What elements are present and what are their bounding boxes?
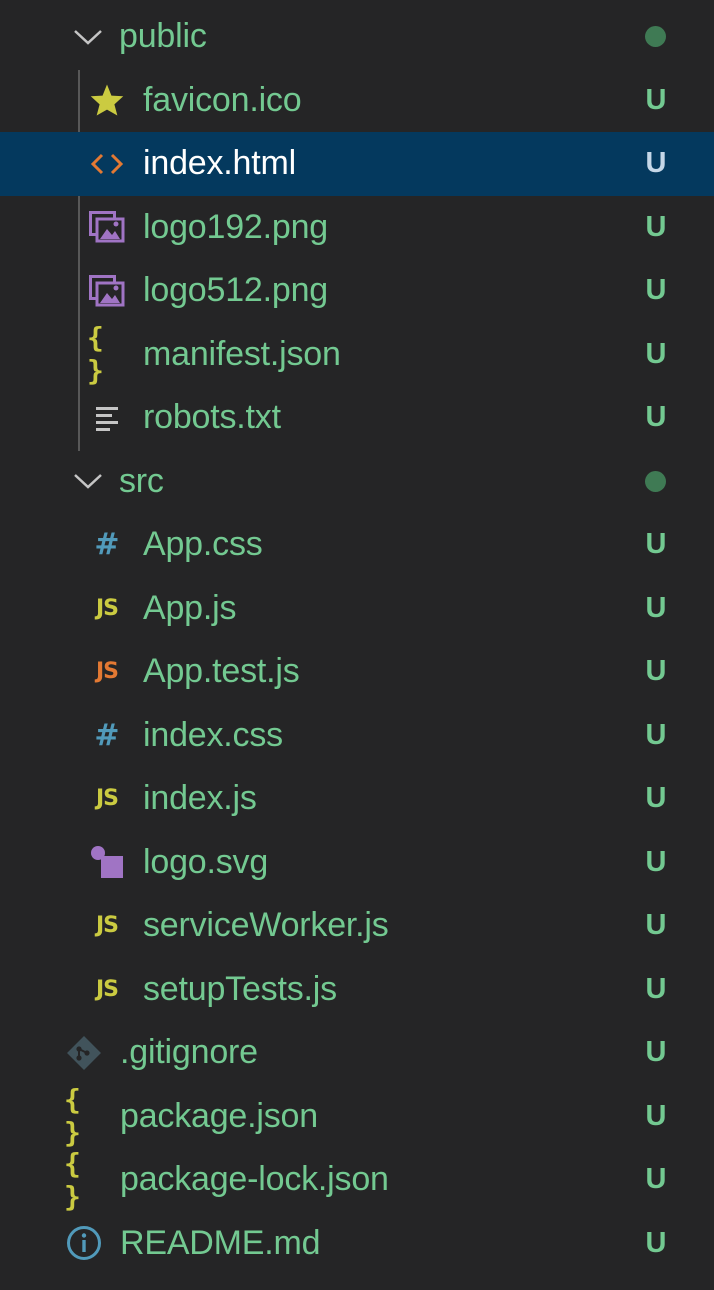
git-status-badge: U (645, 147, 667, 179)
svg-icon (87, 831, 127, 895)
modified-dot-indicator (645, 470, 666, 492)
chevron-down-icon[interactable] (68, 5, 108, 69)
file-name: App.test.js (143, 652, 300, 690)
file-setuptests-js[interactable]: JS setupTests.js U (0, 958, 714, 1022)
folder-name: public (119, 17, 207, 55)
folder-src[interactable]: src (0, 450, 714, 514)
star-icon (87, 69, 127, 133)
file-name: serviceWorker.js (143, 906, 389, 944)
file-name: favicon.ico (143, 80, 302, 119)
file-robots-txt[interactable]: robots.txt U (0, 386, 714, 450)
javascript-icon: JS (87, 767, 127, 831)
file-app-css[interactable]: # App.css U (0, 513, 714, 577)
javascript-glyph: JS (95, 913, 119, 939)
javascript-glyph: JS (95, 659, 119, 685)
git-status-badge: U (645, 210, 667, 243)
file-name: logo192.png (143, 207, 328, 246)
file-index-js[interactable]: JS index.js U (0, 767, 714, 831)
file-logo-svg[interactable]: logo.svg U (0, 831, 714, 895)
file-name: App.css (143, 525, 263, 563)
file-app-js[interactable]: JS App.js U (0, 577, 714, 641)
git-status-badge: U (645, 591, 667, 624)
file-name: README.md (120, 1223, 321, 1262)
git-status-badge: U (645, 718, 667, 751)
git-status-badge: U (645, 845, 667, 878)
javascript-test-icon: JS (87, 640, 127, 704)
file-name: index.css (143, 715, 283, 754)
git-status-badge: U (645, 1226, 667, 1259)
info-icon (64, 1212, 104, 1276)
json-glyph: { } (87, 321, 106, 388)
file-logo512-png[interactable]: logo512.png U (0, 259, 714, 323)
git-status-badge: U (645, 337, 667, 370)
json-glyph: { } (64, 1146, 83, 1213)
html-icon (87, 132, 127, 196)
file-index-css[interactable]: # index.css U (0, 704, 714, 768)
image-icon (87, 259, 127, 323)
file-favicon-ico[interactable]: favicon.ico U (0, 69, 714, 133)
text-file-icon (87, 386, 127, 450)
git-status-badge: U (645, 972, 667, 1005)
json-icon: { } (87, 321, 127, 388)
file-name: logo512.png (143, 271, 328, 309)
file-name: package-lock.json (120, 1160, 389, 1198)
javascript-icon: JS (87, 577, 127, 641)
modified-dot-indicator (645, 26, 666, 47)
file-package-lock-json[interactable]: { } package-lock.json U (0, 1146, 714, 1213)
folder-public[interactable]: public (0, 5, 714, 69)
git-status-badge: U (645, 782, 667, 814)
file-name: setupTests.js (143, 969, 337, 1008)
css-glyph: # (94, 527, 120, 563)
file-index-html[interactable]: index.html U (0, 132, 714, 196)
git-status-badge: U (645, 274, 667, 306)
file-name: robots.txt (143, 398, 281, 436)
file-name: package.json (120, 1096, 318, 1135)
file-name: App.js (143, 588, 237, 627)
file-name: index.html (143, 144, 296, 182)
file-name: .gitignore (120, 1033, 258, 1071)
file-package-json[interactable]: { } package.json U (0, 1083, 714, 1150)
file-name: index.js (143, 779, 257, 817)
file-explorer-tree: public favicon.ico U index.html U logo19… (0, 5, 714, 1275)
file-name: manifest.json (143, 334, 341, 373)
css-icon: # (87, 704, 127, 768)
css-icon: # (87, 513, 127, 577)
json-icon: { } (64, 1146, 104, 1213)
file-serviceworker-js[interactable]: JS serviceWorker.js U (0, 894, 714, 958)
file-gitignore[interactable]: .gitignore U (0, 1021, 714, 1085)
image-icon (87, 196, 127, 260)
json-glyph: { } (64, 1083, 83, 1150)
javascript-glyph: JS (95, 976, 119, 1002)
folder-name: src (119, 461, 164, 500)
file-readme-md[interactable]: README.md U (0, 1212, 714, 1276)
git-status-badge: U (645, 1099, 667, 1132)
git-status-badge: U (645, 1036, 667, 1068)
git-status-badge: U (645, 528, 667, 560)
git-status-badge: U (645, 655, 667, 687)
git-icon (64, 1021, 104, 1085)
git-status-badge: U (645, 1163, 667, 1195)
file-manifest-json[interactable]: { } manifest.json U (0, 321, 714, 388)
javascript-icon: JS (87, 894, 127, 958)
javascript-glyph: JS (95, 595, 119, 621)
json-icon: { } (64, 1083, 104, 1150)
git-status-badge: U (645, 83, 667, 116)
file-app-test-js[interactable]: JS App.test.js U (0, 640, 714, 704)
git-status-badge: U (645, 401, 667, 433)
file-logo192-png[interactable]: logo192.png U (0, 196, 714, 260)
git-status-badge: U (645, 909, 667, 941)
javascript-glyph: JS (95, 786, 119, 812)
file-name: logo.svg (143, 842, 269, 881)
css-glyph: # (94, 717, 120, 753)
javascript-icon: JS (87, 958, 127, 1022)
chevron-down-icon[interactable] (68, 450, 108, 514)
